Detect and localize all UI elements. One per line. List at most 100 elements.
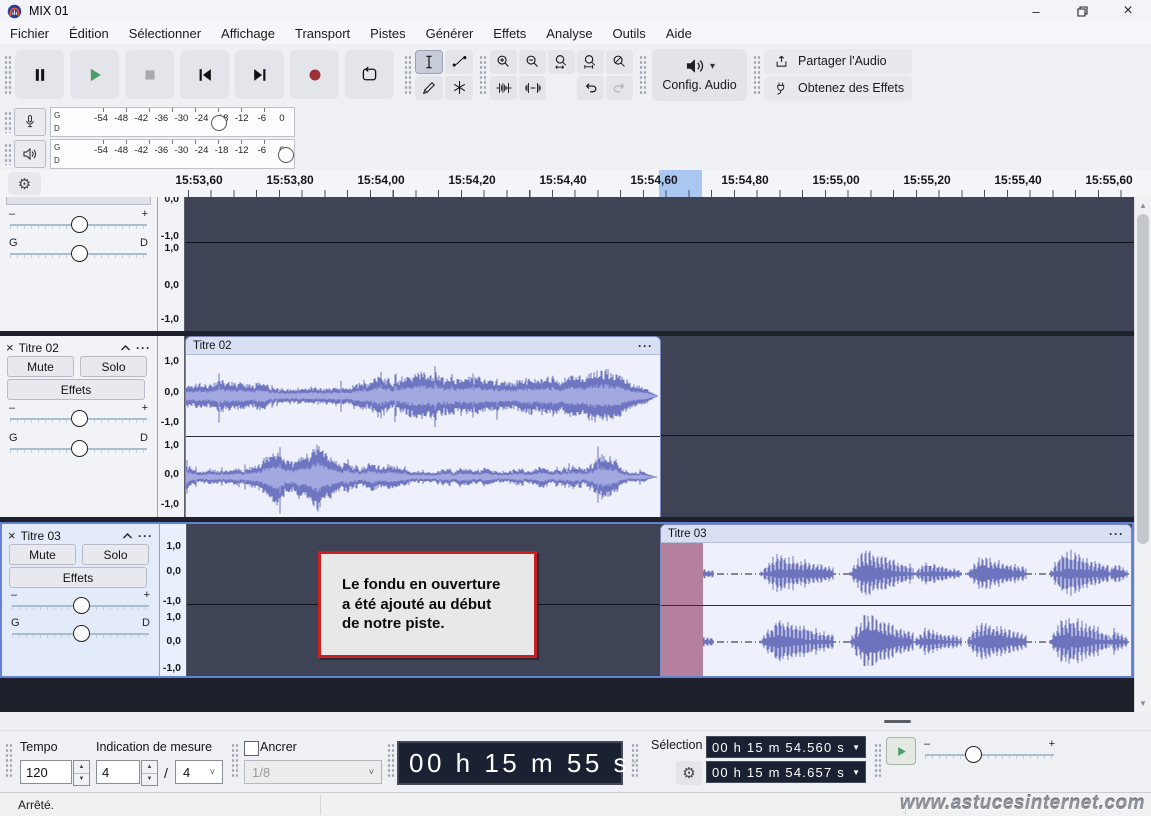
- share-audio-button[interactable]: Partager l'Audio: [764, 49, 912, 74]
- microphone-icon[interactable]: [14, 108, 46, 136]
- close-track-icon[interactable]: ×: [6, 342, 14, 354]
- audio-setup-button[interactable]: ▾ Config. Audio: [652, 49, 747, 101]
- playback-volume-thumb[interactable]: [278, 147, 294, 163]
- track-3-effects-button[interactable]: Effets: [9, 567, 147, 588]
- resize-handle[interactable]: [884, 720, 911, 723]
- toolbar-grip[interactable]: [4, 143, 11, 165]
- menu-item-generer[interactable]: Générer: [416, 24, 484, 43]
- draw-tool-button[interactable]: [415, 76, 443, 100]
- snap-value-select[interactable]: 1/8˅: [244, 760, 382, 784]
- restore-button[interactable]: [1059, 0, 1105, 22]
- pan-slider-thumb[interactable]: [71, 440, 88, 457]
- track-1-effects-button-clipped[interactable]: Effets: [6, 197, 151, 205]
- timeline-options-button[interactable]: ⚙: [8, 172, 41, 195]
- fit-project-button[interactable]: [577, 50, 604, 74]
- time-signature-spinner[interactable]: ▲▼: [141, 760, 158, 786]
- menu-item-aide[interactable]: Aide: [656, 24, 702, 43]
- multi-tool-button[interactable]: [445, 76, 473, 100]
- time-signature-upper-input[interactable]: [96, 760, 140, 784]
- fit-selection-button[interactable]: [548, 50, 575, 74]
- track-1-panel[interactable]: Effets – + G D: [0, 197, 158, 331]
- loop-button[interactable]: [345, 50, 394, 99]
- scroll-down-icon[interactable]: ▼: [1135, 696, 1151, 711]
- selection-tool-button[interactable]: [415, 50, 443, 74]
- track-1-waveform-area[interactable]: [185, 197, 1134, 331]
- track-2-mute-button[interactable]: Mute: [7, 356, 74, 377]
- menu-item-pistes[interactable]: Pistes: [360, 24, 415, 43]
- selection-options-button[interactable]: ⚙: [676, 761, 702, 785]
- toolbar-grip[interactable]: [874, 743, 881, 779]
- pan-slider-thumb[interactable]: [71, 245, 88, 262]
- audio-position-display[interactable]: 00 h 15 m 55 s ▾: [397, 741, 623, 785]
- recording-volume-thumb[interactable]: [211, 115, 227, 131]
- track-2-solo-button[interactable]: Solo: [80, 356, 147, 377]
- gain-slider-thumb[interactable]: [73, 597, 90, 614]
- track-1-pan-slider[interactable]: G D: [7, 238, 150, 264]
- menu-item-analyse[interactable]: Analyse: [536, 24, 602, 43]
- menu-item-selectionner[interactable]: Sélectionner: [119, 24, 211, 43]
- clip-menu-icon[interactable]: ···: [1109, 529, 1124, 539]
- toolbar-grip[interactable]: [631, 743, 638, 779]
- track-2-panel[interactable]: × Titre 02 ··· Mute Solo Effets – +: [0, 336, 158, 517]
- track-1-vertical-ruler[interactable]: 0,0-1,01,00,0-1,0: [158, 197, 185, 331]
- track-3-clip[interactable]: Titre 03 ···: [660, 524, 1132, 676]
- toolbar-grip[interactable]: [404, 55, 411, 95]
- zoom-out-button[interactable]: [519, 50, 546, 74]
- playback-meter-panel[interactable]: GD -54-48-42-36-30-24-18-12-60: [50, 139, 295, 169]
- time-signature-lower-select[interactable]: 4˅: [175, 760, 223, 784]
- scrollbar-thumb[interactable]: [1137, 214, 1149, 544]
- timeline-ruler[interactable]: ⚙ 15:53,6015:53,8015:54,0015:54,2015:54,…: [0, 170, 1151, 198]
- menu-item-fichier[interactable]: Fichier: [0, 24, 59, 43]
- speed-slider-thumb[interactable]: [965, 746, 982, 763]
- zoom-in-button[interactable]: [490, 50, 517, 74]
- track-2-vertical-ruler[interactable]: 1,00,0-1,01,00,0-1,0: [158, 336, 185, 517]
- toolbar-grip[interactable]: [4, 111, 11, 133]
- toolbar-grip[interactable]: [479, 55, 486, 95]
- trim-audio-button[interactable]: [490, 76, 517, 100]
- collapse-track-icon[interactable]: [120, 339, 131, 357]
- undo-button[interactable]: [577, 76, 604, 100]
- close-track-icon[interactable]: ×: [8, 530, 16, 542]
- toolbar-grip[interactable]: [387, 743, 394, 779]
- selection-start-field[interactable]: 00 h 15 m 54.560 s▼: [706, 736, 866, 758]
- envelope-tool-button[interactable]: [445, 50, 473, 74]
- menu-item-affichage[interactable]: Affichage: [211, 24, 285, 43]
- stop-button[interactable]: [125, 50, 174, 99]
- playback-speed-slider[interactable]: – +: [922, 739, 1057, 765]
- pause-button[interactable]: [15, 50, 64, 99]
- pan-slider-thumb[interactable]: [73, 625, 90, 642]
- track-2-clip[interactable]: Titre 02 ···: [185, 336, 661, 517]
- menu-item-transport[interactable]: Transport: [285, 24, 360, 43]
- track-2-effects-button[interactable]: Effets: [7, 379, 145, 400]
- toolbar-grip[interactable]: [231, 743, 238, 779]
- gain-slider-thumb[interactable]: [71, 410, 88, 427]
- track-2-pan-slider[interactable]: G D: [7, 433, 150, 459]
- menu-item-effets[interactable]: Effets: [483, 24, 536, 43]
- menu-item-edition[interactable]: Édition: [59, 24, 119, 43]
- track-3-panel[interactable]: × Titre 03 ··· Mute Solo Effets – +: [2, 524, 160, 676]
- track-3-mute-button[interactable]: Mute: [9, 544, 76, 565]
- track-3-clip-header[interactable]: Titre 03 ···: [661, 525, 1131, 543]
- toolbar-grip[interactable]: [753, 55, 760, 95]
- redo-button[interactable]: [606, 76, 633, 100]
- track-3-pan-slider[interactable]: G D: [9, 618, 152, 644]
- close-button[interactable]: ×: [1105, 0, 1151, 22]
- zoom-toggle-button[interactable]: [606, 50, 633, 74]
- gain-slider-thumb[interactable]: [71, 216, 88, 233]
- track-2-title[interactable]: Titre 02: [19, 341, 59, 355]
- toolbar-grip[interactable]: [5, 743, 12, 779]
- minimize-button[interactable]: –: [1013, 0, 1059, 22]
- track-1-gain-slider[interactable]: – +: [7, 209, 150, 235]
- toolbar-grip[interactable]: [639, 55, 646, 95]
- snap-checkbox[interactable]: [244, 741, 259, 756]
- clip-menu-icon[interactable]: ···: [638, 341, 653, 351]
- vertical-scrollbar[interactable]: ▲ ▼: [1134, 197, 1151, 712]
- play-at-speed-button[interactable]: [886, 737, 916, 765]
- recording-meter-panel[interactable]: GD -54-48-42-36-30-24-18-12-60: [50, 107, 295, 137]
- record-button[interactable]: [290, 50, 339, 99]
- track-menu-icon[interactable]: ···: [138, 531, 153, 541]
- track-menu-icon[interactable]: ···: [136, 343, 151, 353]
- collapse-track-icon[interactable]: [122, 527, 133, 545]
- tempo-input[interactable]: [20, 760, 72, 784]
- selection-end-field[interactable]: 00 h 15 m 54.657 s▼: [706, 761, 866, 783]
